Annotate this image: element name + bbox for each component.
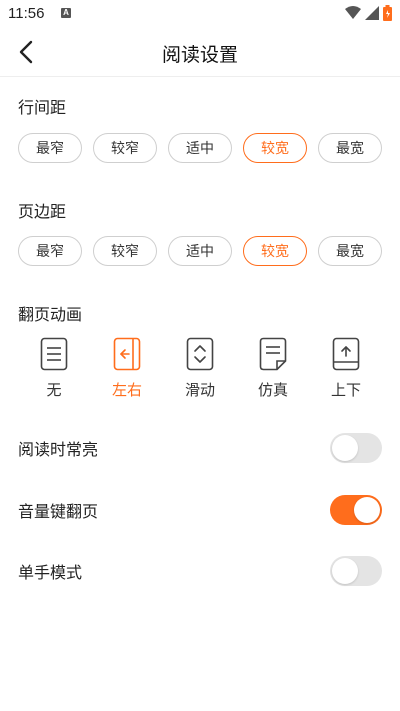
volume-key-page-toggle[interactable] [330, 495, 382, 525]
keep-screen-on-row: 阅读时常亮 [18, 432, 382, 464]
animation-option-left-right[interactable]: 左右 [91, 337, 163, 400]
status-icons [345, 5, 392, 21]
one-hand-mode-toggle[interactable] [330, 556, 382, 586]
page-margin-option-widest[interactable]: 最宽 [318, 236, 382, 266]
volume-key-page-label: 音量键翻页 [18, 502, 99, 521]
animation-option-slide[interactable]: 滑动 [164, 337, 236, 400]
animation-label: 滑动 [184, 381, 215, 399]
toggle-knob [332, 435, 358, 461]
line-spacing-option-wide[interactable]: 较宽 [243, 133, 307, 163]
toggle-knob [354, 497, 380, 523]
one-hand-mode-row: 单手模式 [18, 555, 382, 587]
animation-label: 仿真 [257, 381, 288, 399]
line-spacing-option-widest[interactable]: 最宽 [318, 133, 382, 163]
app-header: 阅读设置 [0, 28, 400, 77]
page-margin-option-narrowest[interactable]: 最窄 [18, 236, 82, 266]
signal-icon [365, 6, 379, 20]
line-spacing-options: 最窄 较窄 适中 较宽 最宽 [18, 133, 382, 163]
animation-option-none[interactable]: 无 [18, 337, 90, 400]
page-margin-options: 最窄 较窄 适中 较宽 最宽 [18, 236, 382, 266]
line-spacing-title: 行间距 [18, 98, 67, 117]
volume-key-page-row: 音量键翻页 [18, 494, 382, 526]
status-bar: 11:56 A [0, 0, 400, 28]
page-animation-options: 无 左右 滑动 仿真 上下 [18, 337, 382, 400]
page-slide-icon [186, 337, 214, 371]
keep-screen-on-toggle[interactable] [330, 433, 382, 463]
toggle-knob [332, 558, 358, 584]
page-margin-option-narrow[interactable]: 较窄 [93, 236, 157, 266]
line-spacing-option-medium[interactable]: 适中 [168, 133, 232, 163]
animation-option-up-down[interactable]: 上下 [310, 337, 382, 400]
one-hand-mode-label: 单手模式 [18, 563, 83, 582]
animation-label: 左右 [111, 381, 142, 399]
status-time: 11:56 [8, 5, 45, 22]
keep-screen-on-label: 阅读时常亮 [18, 440, 99, 459]
page-curl-icon [259, 337, 287, 371]
page-lines-icon [40, 337, 68, 371]
battery-icon [383, 5, 392, 21]
notification-icon: A [61, 8, 71, 18]
page-margin-option-medium[interactable]: 适中 [168, 236, 232, 266]
animation-label: 上下 [330, 381, 361, 399]
page-left-right-icon [113, 337, 141, 371]
page-title: 阅读设置 [161, 44, 238, 66]
wifi-icon [345, 6, 361, 19]
page-animation-title: 翻页动画 [18, 305, 83, 324]
page-margin-option-wide[interactable]: 较宽 [243, 236, 307, 266]
line-spacing-option-narrow[interactable]: 较窄 [93, 133, 157, 163]
animation-label: 无 [46, 381, 62, 399]
line-spacing-option-narrowest[interactable]: 最窄 [18, 133, 82, 163]
animation-option-simulation[interactable]: 仿真 [237, 337, 309, 400]
page-margin-title: 页边距 [18, 202, 67, 221]
page-up-down-icon [332, 337, 360, 371]
